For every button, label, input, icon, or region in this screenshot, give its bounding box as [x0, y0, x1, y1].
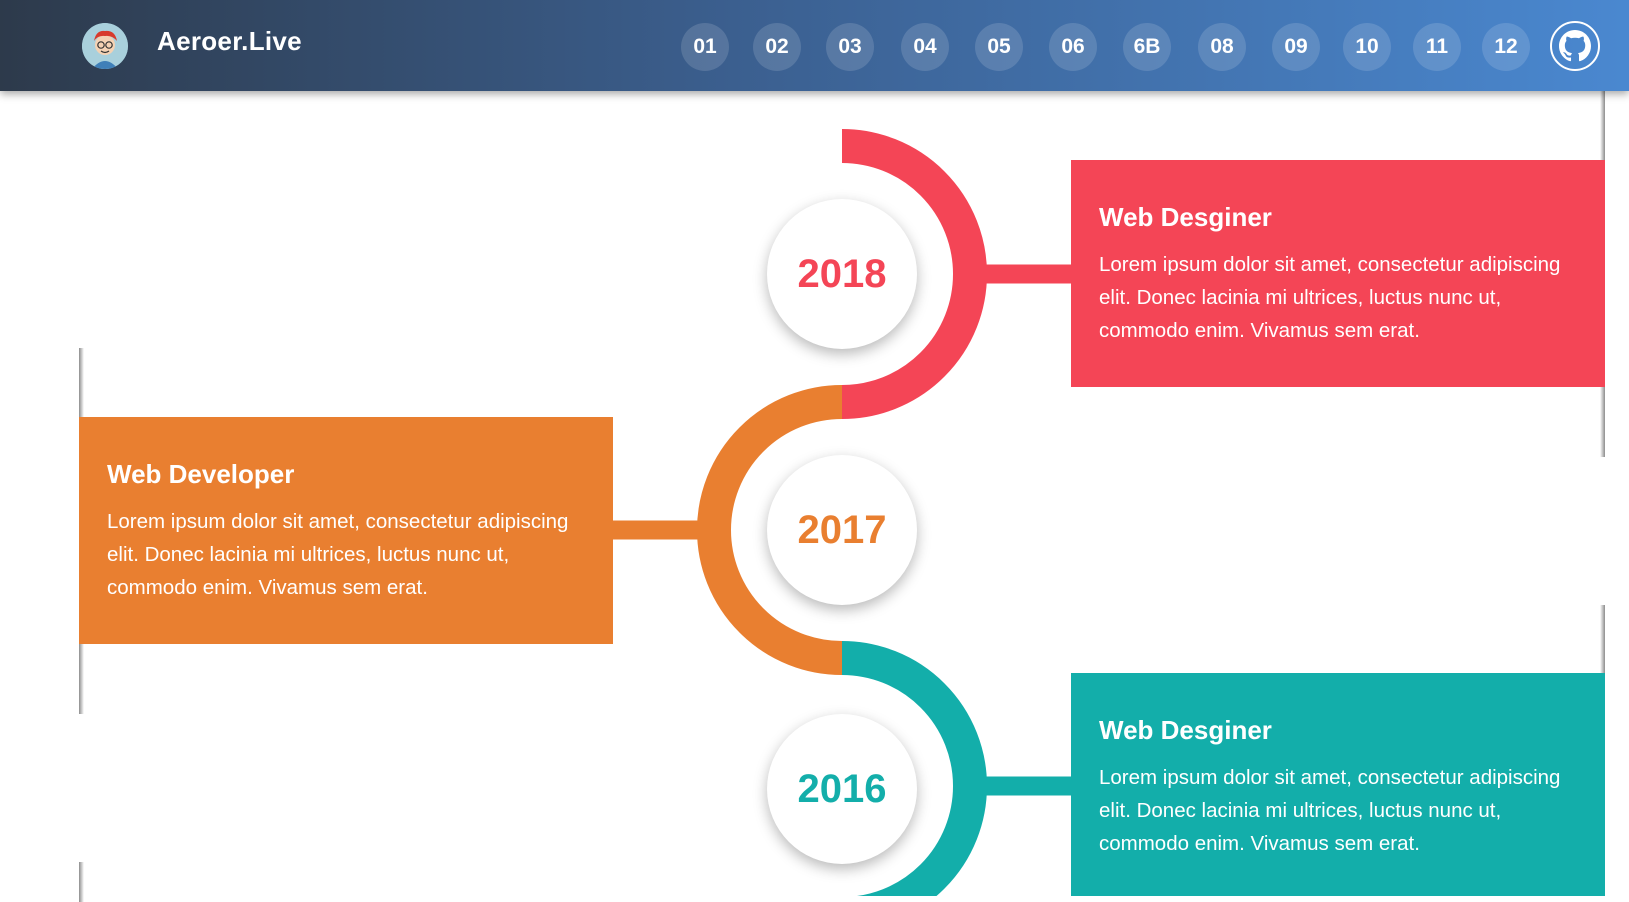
card-text: Lorem ipsum dolor sit amet, consectetur …: [1099, 766, 1561, 855]
nav-button-02[interactable]: 02: [753, 23, 801, 71]
nav-button-03[interactable]: 03: [826, 23, 874, 71]
nav-button-10[interactable]: 10: [1343, 23, 1391, 71]
nav-button-12[interactable]: 12: [1482, 23, 1530, 71]
nav-button-09[interactable]: 09: [1272, 23, 1320, 71]
nav-button-08[interactable]: 08: [1198, 23, 1246, 71]
year-2018-badge: 2018: [767, 199, 917, 349]
nav-button-6b[interactable]: 6B: [1123, 23, 1171, 71]
nav-button-11[interactable]: 11: [1413, 23, 1461, 71]
avatar-icon: [82, 23, 128, 69]
card-title: Web Desginer: [1099, 202, 1272, 232]
edge-shadow: [79, 862, 84, 902]
card-title: Web Developer: [107, 459, 295, 489]
nav-button-04[interactable]: 04: [901, 23, 949, 71]
github-link[interactable]: [1550, 21, 1600, 71]
year-2016-badge: 2016: [767, 714, 917, 864]
avatar[interactable]: [82, 23, 128, 69]
timeline-card-2018: Web Desginer Lorem ipsum dolor sit amet,…: [1071, 160, 1605, 387]
card-title: Web Desginer: [1099, 715, 1272, 745]
github-icon: [1559, 30, 1591, 62]
timeline-card-2017: Web Developer Lorem ipsum dolor sit amet…: [79, 417, 613, 644]
brand-title[interactable]: Aeroer.Live: [157, 26, 302, 57]
nav-button-06[interactable]: 06: [1049, 23, 1097, 71]
card-text: Lorem ipsum dolor sit amet, consectetur …: [107, 510, 569, 599]
card-text: Lorem ipsum dolor sit amet, consectetur …: [1099, 253, 1561, 342]
nav-button-01[interactable]: 01: [681, 23, 729, 71]
timeline-card-2016: Web Desginer Lorem ipsum dolor sit amet,…: [1071, 673, 1605, 896]
nav-button-05[interactable]: 05: [975, 23, 1023, 71]
top-navbar: Aeroer.Live 01 02 03 04 05 06 6B 08 09 1…: [0, 0, 1629, 91]
year-2017-badge: 2017: [767, 455, 917, 605]
